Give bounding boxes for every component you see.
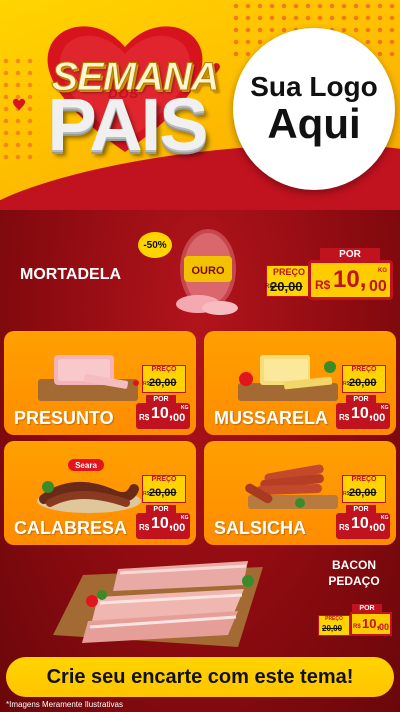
- logo-text-line1: Sua Logo: [250, 71, 378, 103]
- mussarela-image: [238, 355, 338, 401]
- price-cents: 00: [373, 522, 386, 534]
- price-tag: R$ 10, 00 KG: [336, 513, 390, 539]
- calabresa-brand: Seara: [75, 461, 97, 470]
- price-tag: R$ 10, 00 KG: [136, 513, 190, 539]
- bacon-image: [53, 561, 263, 647]
- price-tag: R$ 10, 00: [350, 612, 392, 636]
- logo-text-line2: Aqui: [267, 99, 361, 147]
- price-cents: 00: [373, 412, 386, 424]
- old-price: 20,00: [322, 624, 343, 633]
- currency: R$: [353, 624, 361, 630]
- preco-label: PREÇO: [351, 366, 377, 373]
- price-cents: 00: [379, 622, 390, 632]
- product-card-presunto[interactable]: PRESUNTO PREÇO R$ 20,00 POR R$ 10, 00 KG: [4, 331, 196, 435]
- currency: R$: [339, 413, 350, 422]
- old-price-tag: PREÇO R$ 20,00: [265, 265, 312, 297]
- old-price: 20,00: [349, 377, 377, 389]
- price-unit: KG: [378, 268, 387, 274]
- old-price-tag: PREÇO 20,00: [318, 615, 350, 636]
- currency: R$: [315, 278, 331, 292]
- currency: R$: [139, 523, 150, 532]
- old-price-tag: PREÇO R$ 20,00: [142, 475, 186, 503]
- product-name-bacon: BACON PEDAÇO: [322, 558, 386, 589]
- old-price: 20,00: [149, 487, 177, 499]
- product-name: SALSICHA: [214, 518, 307, 538]
- price-tag: R$ 10, 00 KG: [308, 260, 393, 300]
- mortadela-brand: OURO: [192, 265, 225, 277]
- price-integer: 10,: [351, 405, 374, 422]
- disclaimer-text: *Imagens Meramente Ilustrativas: [6, 700, 123, 709]
- price-cents: 00: [173, 412, 186, 424]
- product-card-mussarela[interactable]: MUSSARELA PREÇO R$ 20,00 POR R$ 10, 00 K…: [204, 331, 396, 435]
- price-tag: R$ 10, 00 KG: [336, 403, 390, 429]
- price-tag: R$ 10, 00 KG: [136, 403, 190, 429]
- price-cents: 00: [369, 278, 387, 295]
- mortadela-image: OURO: [176, 229, 238, 315]
- logo-placeholder[interactable]: Sua Logo Aqui: [233, 28, 395, 190]
- product-name-mortadela: MORTADELA: [20, 266, 122, 283]
- currency: R$: [339, 523, 350, 532]
- price-integer: 10,: [333, 266, 367, 293]
- price-unit: KG: [181, 405, 189, 411]
- title-pais: PAIS: [47, 83, 208, 166]
- preco-label: PREÇO: [351, 476, 377, 483]
- price-unit: KG: [381, 405, 389, 411]
- price-unit: KG: [381, 515, 389, 521]
- old-price-tag: PREÇO R$ 20,00: [142, 365, 186, 393]
- discount-badge: -50%: [138, 232, 172, 258]
- product-card-calabresa[interactable]: Seara CALABRESA PREÇO R$ 20,00 POR R$ 10…: [4, 441, 196, 545]
- product-card-salsicha[interactable]: SALSICHA PREÇO R$ 20,00 POR R$ 10, 00 KG: [204, 441, 396, 545]
- old-price-tag: PREÇO R$ 20,00: [342, 475, 386, 503]
- bacon-name-line1: BACON: [332, 558, 376, 572]
- preco-label: PREÇO: [325, 616, 343, 622]
- price-integer: 10,: [351, 515, 374, 532]
- price-cents: 00: [173, 522, 186, 534]
- preco-label: PREÇO: [151, 366, 177, 373]
- old-price: 20,00: [270, 279, 303, 294]
- product-name: PRESUNTO: [14, 408, 114, 428]
- cta-banner[interactable]: Crie seu encarte com este tema!: [6, 657, 394, 697]
- old-price-tag: PREÇO R$ 20,00: [342, 365, 386, 393]
- presunto-image: [38, 355, 139, 401]
- price-integer: 10,: [151, 405, 174, 422]
- price-integer: 10,: [362, 616, 381, 631]
- old-price: 20,00: [349, 487, 377, 499]
- calabresa-image: Seara: [37, 459, 141, 513]
- product-name: CALABRESA: [14, 518, 128, 538]
- header-banner: SEMANA DOS PAIS Sua Logo Aqui: [0, 0, 400, 210]
- bacon-name-line2: PEDAÇO: [328, 573, 380, 588]
- old-price: 20,00: [149, 377, 177, 389]
- salsicha-image: [245, 464, 338, 509]
- product-name: MUSSARELA: [214, 408, 329, 428]
- currency: R$: [139, 413, 150, 422]
- price-unit: KG: [181, 515, 189, 521]
- price-integer: 10,: [151, 515, 174, 532]
- preco-label: PREÇO: [151, 476, 177, 483]
- preco-label: PREÇO: [272, 267, 305, 277]
